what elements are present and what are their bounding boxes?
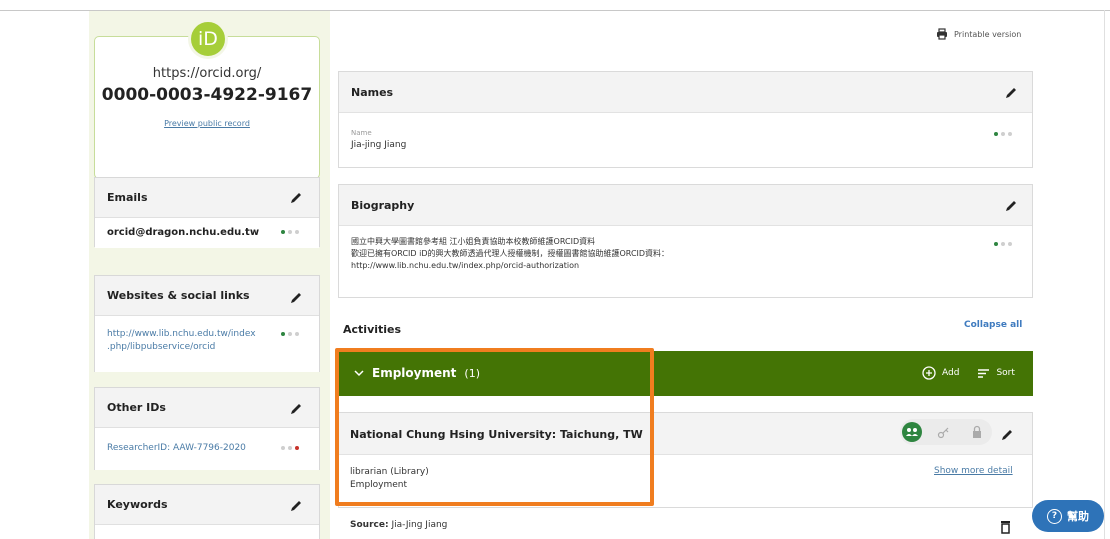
biography-visibility-dots [994, 242, 1012, 246]
website-visibility-dots [281, 332, 299, 336]
names-header: Names [339, 72, 1032, 113]
printable-version-link[interactable]: Printable version [936, 28, 1021, 40]
edit-emails-pencil-icon[interactable] [289, 191, 303, 205]
orcid-url: https://orcid.org/ [152, 66, 262, 81]
sort-button[interactable]: Sort [996, 368, 1014, 378]
emails-header: Emails [95, 178, 319, 218]
other-ids-panel: Other IDs ResearcherID: AAW-7796-2020 [94, 387, 320, 470]
delete-trash-icon[interactable] [1000, 519, 1011, 538]
edit-employment-pencil-icon[interactable] [1000, 428, 1014, 442]
name-value: Jia-jing Jiang [351, 140, 407, 150]
email-value: orcid@dragon.nchu.edu.tw [107, 227, 260, 238]
biography-panel: Biography 國立中興大學圖書館參考組 江小姐負責協助本校教師維護ORCI… [338, 184, 1033, 298]
biography-line3: http://www.lib.nchu.edu.tw/index.php/orc… [351, 261, 580, 270]
visibility-public-icon[interactable] [902, 422, 922, 442]
keywords-header: Keywords [95, 485, 319, 525]
researcher-id-link[interactable]: ResearcherID: AAW-7796-2020 [107, 443, 246, 453]
source-label: Source: [350, 520, 389, 530]
other-ids-header: Other IDs [95, 388, 319, 428]
other-ids-body: ResearcherID: AAW-7796-2020 [95, 428, 319, 470]
source-row: Source: Jia-Jing Jiang [350, 520, 447, 530]
biography-header: Biography [339, 185, 1032, 226]
names-title: Names [351, 86, 394, 99]
edit-names-pencil-icon[interactable] [1004, 86, 1018, 100]
edit-biography-pencil-icon[interactable] [1004, 199, 1018, 213]
orcid-id-number: 0000-0003-4922-9167 [101, 85, 313, 105]
edit-websites-pencil-icon[interactable] [289, 291, 303, 305]
websites-title: Websites & social links [107, 289, 250, 302]
printer-icon [936, 28, 948, 40]
email-visibility-dots [281, 230, 299, 234]
show-more-detail-link[interactable]: Show more detail [934, 466, 1013, 476]
emails-panel: Emails orcid@dragon.nchu.edu.tw [94, 177, 320, 248]
websites-header: Websites & social links [95, 276, 319, 316]
edit-keywords-pencil-icon[interactable] [289, 499, 303, 513]
sort-icon[interactable] [977, 368, 990, 379]
orcid-logo-icon: iD [188, 19, 228, 59]
question-circle-icon: ? [1047, 508, 1062, 524]
emails-body: orcid@dragon.nchu.edu.tw [95, 218, 319, 248]
biography-title: Biography [351, 199, 415, 212]
edit-other-ids-pencil-icon[interactable] [289, 402, 303, 416]
other-id-visibility-dots [281, 446, 299, 450]
biography-line2: 歡迎已擁有ORCID iD的興大教師透過代理人授權機制，授權圖書館協助維護ORC… [351, 249, 670, 258]
names-panel: Names Name Jia-jing Jiang [338, 71, 1033, 168]
visibility-trusted-icon[interactable] [937, 425, 951, 439]
other-ids-title: Other IDs [107, 401, 166, 414]
employment-highlight-box [335, 348, 654, 506]
website-link-line1[interactable]: http://www.lib.nchu.edu.tw/index [107, 329, 256, 339]
preview-public-record-link[interactable]: Preview public record [94, 119, 320, 128]
name-label: Name [351, 129, 372, 137]
visibility-private-lock-icon[interactable] [971, 425, 983, 439]
website-link-line2[interactable]: .php/libpubservice/orcid [107, 342, 215, 352]
websites-panel: Websites & social links http://www.lib.n… [94, 275, 320, 372]
source-value: Jia-Jing Jiang [391, 520, 448, 530]
employment-actions: Add Sort [922, 366, 1015, 380]
help-label: 幫助 [1067, 510, 1089, 523]
name-visibility-dots [994, 132, 1012, 136]
printable-version-label: Printable version [954, 29, 1022, 39]
add-circle-icon[interactable] [922, 366, 936, 380]
keywords-panel: Keywords [94, 484, 320, 539]
activities-heading: Activities [343, 323, 402, 336]
keywords-title: Keywords [107, 498, 168, 511]
collapse-all-button[interactable]: Collapse all [964, 320, 1022, 330]
right-divider [1104, 10, 1105, 539]
help-button[interactable]: ? 幫助 [1032, 500, 1104, 532]
biography-line1: 國立中興大學圖書館參考組 江小姐負責協助本校教師維護ORCID資料 [351, 237, 596, 246]
websites-body: http://www.lib.nchu.edu.tw/index .php/li… [95, 316, 319, 372]
emails-title: Emails [107, 191, 148, 204]
add-employment-button[interactable]: Add [942, 368, 959, 378]
